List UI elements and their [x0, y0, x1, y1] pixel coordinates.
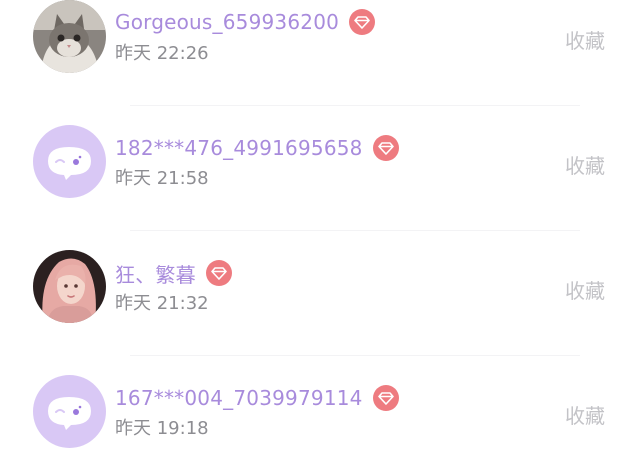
favorite-button[interactable]: 收藏: [565, 150, 605, 179]
divider: [130, 105, 580, 106]
diamond-icon: [372, 135, 399, 161]
list-item[interactable]: Gorgeous_659936200 昨天 22:26 收藏: [0, 0, 640, 100]
favorite-button[interactable]: 收藏: [565, 25, 605, 54]
visit-time: 昨天 21:32: [115, 293, 209, 314]
list-item[interactable]: 狂、繁暮 昨天 21:32 收藏: [0, 248, 640, 348]
cat-photo-icon: [33, 0, 106, 73]
visit-time: 昨天 19:18: [115, 418, 209, 439]
avatar[interactable]: [33, 250, 106, 323]
list-item[interactable]: 167***004_7039979114 昨天 19:18 收藏: [0, 373, 640, 473]
favorite-button[interactable]: 收藏: [565, 400, 605, 429]
favorite-button[interactable]: 收藏: [565, 275, 605, 304]
girl-photo-icon: [33, 250, 106, 323]
diamond-icon: [372, 385, 399, 411]
visit-time: 昨天 21:58: [115, 168, 209, 189]
username[interactable]: 狂、繁暮: [115, 259, 196, 288]
visitor-list: Gorgeous_659936200 昨天 22:26 收藏 182***476…: [0, 0, 640, 474]
diamond-icon: [349, 9, 376, 35]
username[interactable]: 167***004_7039979114: [115, 386, 363, 410]
username[interactable]: 182***476_4991695658: [115, 136, 363, 160]
divider: [130, 230, 580, 231]
list-item[interactable]: 182***476_4991695658 昨天 21:58 收藏: [0, 123, 640, 223]
avatar[interactable]: [33, 125, 106, 198]
visit-time: 昨天 22:26: [115, 43, 209, 64]
diamond-icon: [205, 260, 232, 286]
divider: [130, 355, 580, 356]
avatar[interactable]: [33, 375, 106, 448]
username[interactable]: Gorgeous_659936200: [115, 10, 339, 34]
default-chat-avatar-icon: [33, 125, 106, 198]
default-chat-avatar-icon: [33, 375, 106, 448]
avatar[interactable]: [33, 0, 106, 73]
